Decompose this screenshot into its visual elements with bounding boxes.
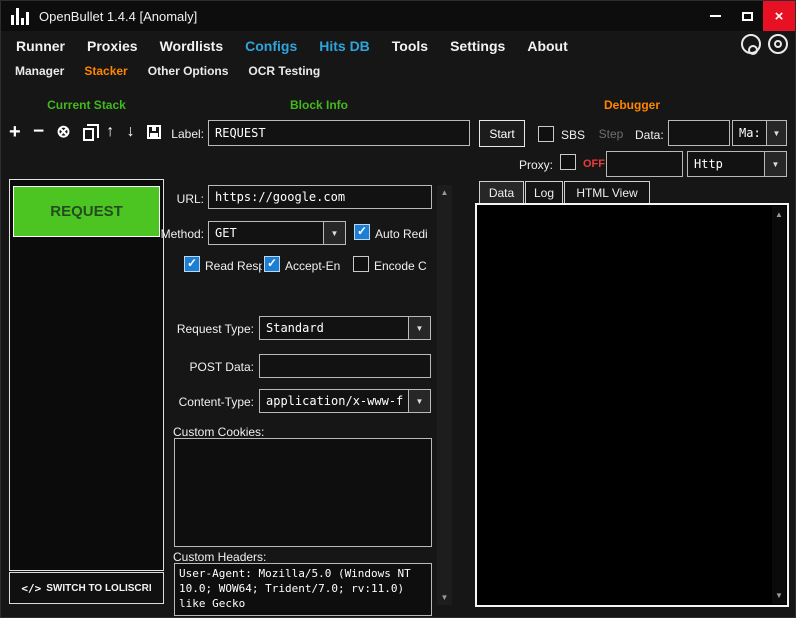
debugger-scrollbar[interactable]: ▲ ▼ [772, 206, 786, 604]
proxy-input[interactable] [606, 151, 683, 177]
label-field-input[interactable]: REQUEST [208, 120, 470, 146]
data-input[interactable] [668, 120, 730, 146]
stack-block-request[interactable]: REQUEST [13, 186, 160, 237]
stack-toolbar: + − ⊗ ↑ ↓ [9, 119, 161, 145]
submenu-stacker[interactable]: Stacker [74, 64, 137, 78]
scroll-down-icon[interactable]: ▼ [772, 591, 786, 600]
sbs-label: SBS [561, 128, 586, 142]
add-block-icon[interactable]: + [9, 121, 21, 144]
remove-block-icon[interactable]: − [33, 121, 44, 143]
request-type-dropdown[interactable]: Standard ▼ [259, 316, 431, 340]
menu-wordlists[interactable]: Wordlists [149, 38, 235, 54]
move-down-icon[interactable]: ↓ [127, 123, 135, 141]
scroll-down-icon[interactable]: ▼ [437, 593, 452, 602]
debugger-output: ▲ ▼ [475, 203, 789, 607]
data-label: Data: [635, 128, 664, 142]
url-input[interactable]: https://google.com [208, 185, 432, 209]
submenu-manager[interactable]: Manager [5, 64, 74, 78]
maximize-icon [741, 11, 753, 21]
caret-down-icon[interactable]: ▼ [408, 317, 430, 339]
headset-icon[interactable] [741, 34, 761, 55]
menu-proxies[interactable]: Proxies [76, 38, 149, 54]
duplicate-block-icon[interactable] [82, 123, 99, 141]
proxy-checkbox[interactable] [560, 154, 576, 170]
proxy-type-value: Http [694, 157, 723, 171]
proxy-off-status: OFF [583, 158, 605, 170]
read-response-checkbox[interactable] [184, 256, 200, 272]
maximize-button[interactable] [731, 1, 763, 31]
menu-configs[interactable]: Configs [234, 38, 308, 54]
menu-about[interactable]: About [516, 38, 578, 54]
encode-content-checkbox[interactable] [353, 256, 369, 272]
block-info-title: Block Info [289, 98, 348, 112]
scroll-up-icon[interactable]: ▲ [772, 210, 786, 219]
debugger-title: Debugger [603, 98, 660, 112]
minimize-button[interactable] [699, 1, 731, 31]
window-title: OpenBullet 1.4.4 [Anomaly] [39, 8, 198, 24]
request-type-value: Standard [266, 321, 324, 335]
content-type-value: application/x-www-f [266, 394, 404, 408]
label-field-label: Label: [171, 127, 204, 141]
custom-headers-label: Custom Headers: [173, 550, 267, 564]
read-response-label: Read Resp [205, 259, 262, 273]
data-mode-value: Ma: [739, 126, 761, 140]
menu-hitsdb[interactable]: Hits DB [308, 38, 381, 54]
openbullet-window: OpenBullet 1.4.4 [Anomaly] × Runner Prox… [0, 0, 796, 618]
custom-headers-textarea[interactable]: User-Agent: Mozilla/5.0 (Windows NT 10.0… [174, 563, 432, 616]
step-button[interactable]: Step [593, 121, 629, 147]
app-logo-icon [11, 7, 29, 25]
start-button[interactable]: Start [479, 120, 525, 147]
menu-runner[interactable]: Runner [5, 38, 76, 54]
code-icon: </> [21, 581, 42, 595]
auto-redirect-label: Auto Redi [375, 227, 428, 241]
tab-data[interactable]: Data [479, 181, 524, 204]
content-type-dropdown[interactable]: application/x-www-f ▼ [259, 389, 431, 413]
sbs-checkbox[interactable] [538, 126, 554, 142]
custom-cookies-label: Custom Cookies: [173, 425, 265, 439]
method-dropdown[interactable]: GET ▼ [208, 221, 346, 245]
data-mode-dropdown[interactable]: Ma: ▼ [732, 120, 787, 146]
close-icon: × [774, 7, 784, 25]
method-value: GET [215, 226, 237, 240]
proxy-type-dropdown[interactable]: Http ▼ [687, 151, 787, 177]
titlebar-icons [741, 34, 788, 55]
close-button[interactable]: × [763, 1, 795, 31]
post-data-input[interactable] [259, 354, 431, 378]
encode-content-label: Encode C [374, 259, 427, 273]
switch-button-label: SWITCH TO LOLISCRI [46, 582, 152, 594]
minimize-icon [709, 15, 721, 17]
custom-cookies-textarea[interactable] [174, 438, 432, 547]
clear-stack-icon[interactable]: ⊗ [56, 122, 70, 142]
titlebar: OpenBullet 1.4.4 [Anomaly] × [1, 1, 795, 31]
submenu-other-options[interactable]: Other Options [138, 64, 239, 78]
auto-redirect-checkbox[interactable] [354, 224, 370, 240]
caret-down-icon[interactable]: ▼ [766, 121, 786, 145]
copy-icon [82, 123, 99, 141]
method-label: Method: [160, 227, 204, 241]
menu-tools[interactable]: Tools [381, 38, 439, 54]
post-data-label: POST Data: [189, 360, 254, 374]
tab-log[interactable]: Log [525, 181, 563, 204]
block-info-scrollbar[interactable]: ▲ ▼ [437, 185, 452, 605]
tab-html-view[interactable]: HTML View [564, 181, 650, 204]
request-type-label: Request Type: [176, 322, 254, 336]
current-stack-title: Current Stack [47, 98, 126, 112]
accept-encoding-label: Accept-En [285, 259, 341, 273]
url-label: URL: [176, 192, 204, 206]
accept-encoding-checkbox[interactable] [264, 256, 280, 272]
configs-submenu: Manager Stacker Other Options OCR Testin… [5, 64, 330, 78]
submenu-ocr-testing[interactable]: OCR Testing [238, 64, 330, 78]
caret-down-icon[interactable]: ▼ [323, 222, 345, 244]
caret-down-icon[interactable]: ▼ [408, 390, 430, 412]
switch-to-loliscript-button[interactable]: </> SWITCH TO LOLISCRI [9, 572, 164, 604]
camera-icon[interactable] [768, 34, 788, 54]
main-menu: Runner Proxies Wordlists Configs Hits DB… [5, 32, 579, 60]
content-type-label: Content-Type: [178, 395, 254, 409]
menu-settings[interactable]: Settings [439, 38, 516, 54]
caret-down-icon[interactable]: ▼ [764, 152, 786, 176]
proxy-label: Proxy: [519, 158, 554, 172]
scroll-up-icon[interactable]: ▲ [437, 188, 452, 197]
move-up-icon[interactable]: ↑ [106, 123, 114, 141]
